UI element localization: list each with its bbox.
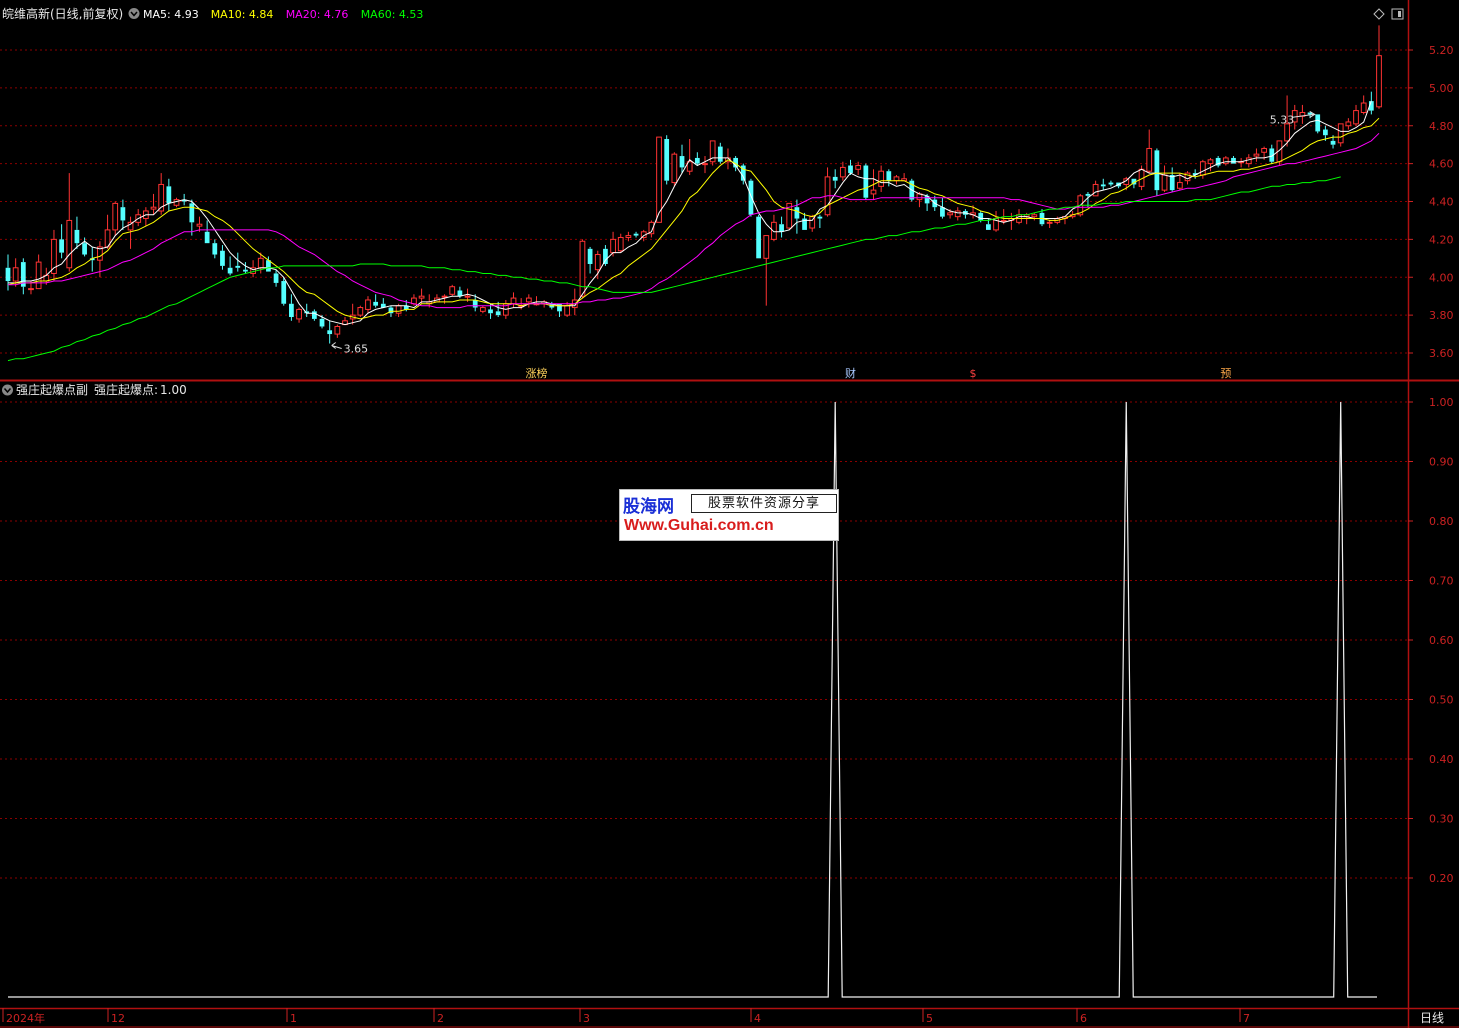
price-tick-label: 4.00 (1429, 271, 1454, 284)
candle (1154, 148, 1160, 196)
candle (579, 239, 586, 299)
event-marker[interactable]: $ (970, 367, 977, 380)
price-tick-label: 4.80 (1429, 120, 1454, 133)
event-marker[interactable]: 涨榜 (525, 366, 547, 380)
watermark-logo: 股海网 股票软件资源分享 Www.Guhai.com.cn (619, 489, 839, 541)
indicator-tick-label: 0.70 (1429, 575, 1454, 588)
candle (664, 135, 670, 185)
low-price-label: 3.65 (344, 343, 369, 356)
x-tick-label: 5 (926, 1012, 933, 1025)
price-tick-label: 4.20 (1429, 233, 1454, 246)
x-tick-label: 2024年 (6, 1011, 45, 1025)
price-tick-label: 3.80 (1429, 309, 1454, 322)
indicator-title: 强庄起爆点副 (16, 382, 88, 397)
ma-dropdown-icon[interactable] (128, 8, 140, 19)
candle (173, 197, 180, 208)
watermark-url: Www.Guhai.com.cn (624, 517, 774, 534)
indicator-tick-label: 1.00 (1429, 396, 1454, 409)
price-tick-label: 5.00 (1429, 82, 1454, 95)
x-tick-label: 12 (111, 1012, 125, 1025)
price-pane-header: 皖维高新(日线,前复权) MA5: 4.93 MA10: 4.84 MA20: 4.… (2, 6, 423, 21)
indicator-tick-label: 0.90 (1429, 456, 1454, 469)
candle (281, 277, 287, 306)
event-marker[interactable]: 财 (845, 366, 856, 380)
candle (357, 305, 364, 318)
candle (1315, 114, 1321, 134)
x-tick-label: 3 (583, 1012, 590, 1025)
indicator-tick-label: 0.20 (1429, 872, 1454, 885)
x-tick-label: 6 (1080, 1012, 1087, 1025)
price-tick-label: 5.20 (1429, 44, 1454, 57)
watermark-brand: 股海网 (623, 497, 674, 517)
indicator-dropdown-icon[interactable] (2, 384, 13, 396)
x-tick-label: 7 (1243, 1012, 1250, 1025)
x-tick-label: 4 (754, 1012, 761, 1025)
event-marker[interactable]: 预 (1220, 367, 1231, 380)
indicator-tick-label: 0.30 (1429, 813, 1454, 826)
indicator-value-label: 强庄起爆点: (94, 382, 158, 397)
indicator-value: 1.00 (160, 383, 187, 397)
candle (756, 214, 761, 259)
indicator-tick-label: 0.40 (1429, 753, 1454, 766)
candle (1337, 123, 1344, 147)
candle (449, 284, 456, 297)
ma-readout: MA60: 4.53 (361, 8, 424, 21)
candle (863, 163, 869, 200)
ma-readout: MA20: 4.76 (286, 8, 349, 21)
price-tick-label: 4.60 (1429, 158, 1454, 171)
indicator-tick-label: 0.60 (1429, 634, 1454, 647)
candle (709, 140, 716, 166)
candle (748, 178, 754, 217)
indicator-tick-label: 0.50 (1429, 694, 1454, 707)
period-label[interactable]: 日线 (1420, 1011, 1444, 1025)
watermark-tagline: 股票软件资源分享 (691, 494, 837, 513)
indicator-tick-label: 0.80 (1429, 515, 1454, 528)
x-tick-label: 1 (290, 1012, 297, 1025)
stock-title: 皖维高新(日线,前复权) (2, 6, 123, 21)
ma-readout: MA10: 4.84 (211, 8, 274, 21)
price-tick-label: 4.40 (1429, 196, 1454, 209)
price-tick-label: 3.60 (1429, 347, 1454, 360)
x-tick-label: 2 (437, 1012, 444, 1025)
candle (1222, 156, 1229, 166)
high-price-label: 5.33 (1270, 113, 1295, 126)
ma-readout: MA5: 4.93 (143, 8, 199, 21)
candle (671, 152, 678, 187)
